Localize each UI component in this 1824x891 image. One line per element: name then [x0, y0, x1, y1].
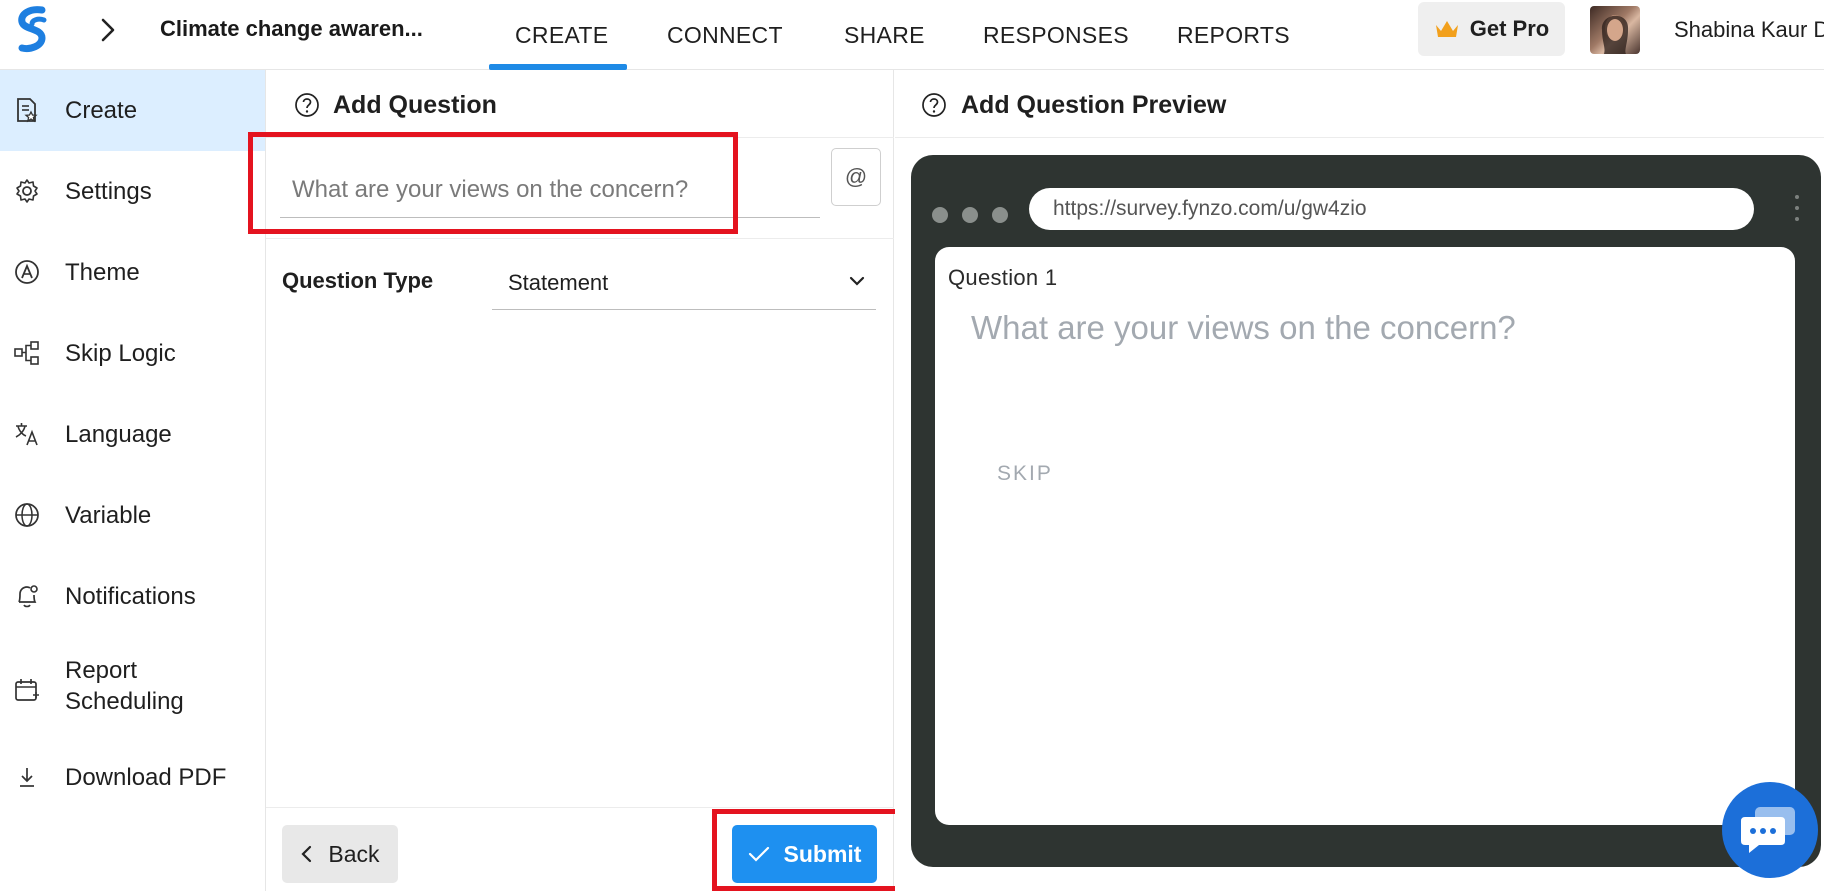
window-dot	[992, 207, 1008, 223]
skip-logic-icon	[14, 341, 39, 365]
translate-icon	[15, 423, 38, 446]
sidebar-item-label: Theme	[65, 259, 140, 286]
panel-title: Add Question	[333, 91, 497, 119]
question-preview-text: What are your views on the concern?	[971, 309, 1516, 346]
tab-create[interactable]: CREATE	[515, 22, 608, 49]
preview-panel: Add Question Preview https://survey.fynz…	[895, 70, 1824, 891]
url-bar[interactable]: https://survey.fynzo.com/u/gw4zio	[1029, 188, 1754, 230]
sidebar-item-theme[interactable]: Theme	[0, 232, 265, 313]
get-pro-button[interactable]: Get Pro	[1418, 2, 1565, 56]
browser-mockup: https://survey.fynzo.com/u/gw4zio Questi…	[911, 155, 1821, 867]
calendar-icon	[15, 679, 39, 701]
add-question-panel: Add Question @ Question Type Statement B…	[266, 70, 894, 891]
chat-button[interactable]	[1722, 782, 1818, 878]
download-icon	[20, 768, 34, 787]
sidebar-item-label: Download PDF	[65, 764, 227, 791]
question-type-value: Statement	[508, 269, 609, 295]
globe-icon	[15, 503, 39, 527]
mention-button[interactable]: @	[831, 148, 881, 206]
tab-responses[interactable]: RESPONSES	[983, 22, 1129, 49]
sidebar-item-language[interactable]: Language	[0, 394, 265, 475]
sidebar-item-label: Settings	[65, 178, 152, 205]
sidebar-item-download-pdf[interactable]: Download PDF	[0, 737, 265, 818]
tab-share[interactable]: SHARE	[844, 22, 925, 49]
avatar[interactable]	[1590, 6, 1640, 54]
survey-preview-page: Question 1 What are your views on the co…	[935, 247, 1795, 825]
chevron-right-icon[interactable]	[96, 16, 120, 44]
add-question-header: Add Question	[266, 70, 894, 138]
chevron-down-icon	[849, 276, 865, 286]
create-doc-icon	[17, 98, 38, 123]
divider	[266, 238, 894, 239]
avatar-photo	[1601, 15, 1629, 54]
theme-icon	[15, 260, 39, 284]
survey-title[interactable]: Climate change awaren...	[160, 16, 423, 42]
question-text-input[interactable]	[280, 162, 820, 218]
sidebar-item-settings[interactable]: Settings	[0, 151, 265, 232]
preview-title: Add Question Preview	[961, 91, 1227, 119]
submit-label: Submit	[783, 840, 862, 867]
tab-reports[interactable]: REPORTS	[1177, 22, 1290, 49]
gear-icon	[16, 179, 38, 203]
question-type-label: Question Type	[282, 268, 434, 293]
kebab-menu-icon[interactable]	[1794, 193, 1800, 223]
help-icon	[295, 93, 319, 117]
sidebar-item-label: Create	[65, 97, 138, 124]
check-icon	[748, 846, 769, 862]
user-name[interactable]: Shabina Kaur D	[1674, 17, 1824, 43]
bell-icon	[18, 585, 38, 608]
sidebar-item-label: Notifications	[65, 583, 196, 610]
submit-button[interactable]: Submit	[732, 825, 877, 883]
sidebar-item-label: Skip Logic	[65, 340, 176, 367]
get-pro-label: Get Pro	[1469, 16, 1550, 41]
back-button[interactable]: Back	[282, 825, 398, 883]
logo-icon[interactable]	[12, 4, 52, 60]
chevron-left-icon	[301, 845, 312, 863]
question-type-select[interactable]: Statement	[492, 256, 876, 310]
skip-button[interactable]: SKIP	[997, 462, 1053, 486]
crown-icon	[1435, 21, 1458, 37]
sidebar-item-report-scheduling[interactable]: Report Scheduling	[0, 637, 265, 737]
preview-header: Add Question Preview	[895, 70, 1824, 138]
sidebar: Create Settings Theme Skip Logic Languag…	[0, 70, 266, 891]
help-icon	[922, 93, 946, 117]
sidebar-item-skip-logic[interactable]: Skip Logic	[0, 313, 265, 394]
window-dot	[962, 207, 978, 223]
url-text: https://survey.fynzo.com/u/gw4zio	[1053, 197, 1367, 220]
sidebar-item-label: Variable	[65, 502, 152, 529]
top-bar: Climate change awaren... CREATE CONNECT …	[0, 0, 1824, 70]
sidebar-item-label: Report Scheduling	[65, 657, 184, 715]
chat-icon	[1741, 807, 1795, 853]
panel-footer: Back Submit	[266, 807, 894, 891]
sidebar-item-label: Language	[65, 421, 172, 448]
sidebar-item-variable[interactable]: Variable	[0, 475, 265, 556]
tab-connect[interactable]: CONNECT	[667, 22, 783, 49]
sidebar-item-create[interactable]: Create	[0, 70, 265, 151]
window-dot	[932, 207, 948, 223]
question-number: Question 1	[948, 265, 1058, 290]
sidebar-item-notifications[interactable]: Notifications	[0, 556, 265, 637]
back-label: Back	[328, 840, 380, 867]
